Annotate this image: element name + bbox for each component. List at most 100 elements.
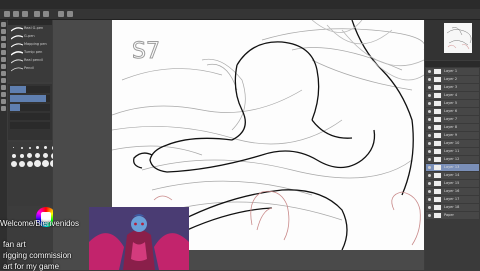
eye-icon[interactable] bbox=[428, 198, 431, 201]
layer-row[interactable]: Layer 15 bbox=[426, 180, 479, 187]
pencil-tool-icon[interactable] bbox=[1, 64, 6, 69]
layer-row[interactable]: Layer 16 bbox=[426, 188, 479, 195]
eye-icon[interactable] bbox=[428, 134, 431, 137]
brush-item[interactable]: Pencil bbox=[8, 65, 52, 73]
brush-item[interactable]: Real G-pen bbox=[8, 25, 52, 33]
layer-row[interactable]: Layer 11 bbox=[426, 148, 479, 155]
brush-size-option[interactable] bbox=[42, 160, 49, 167]
eyedropper-tool-icon[interactable] bbox=[1, 50, 6, 55]
ruler-tool-icon[interactable] bbox=[1, 106, 6, 111]
eye-icon[interactable] bbox=[428, 126, 431, 129]
brush-size-option[interactable] bbox=[26, 152, 33, 159]
redo-icon[interactable] bbox=[43, 11, 49, 17]
layer-row[interactable]: Layer 5 bbox=[426, 100, 479, 107]
lasso-tool-icon[interactable] bbox=[1, 43, 6, 48]
anti-aliasing-toggle[interactable] bbox=[10, 113, 50, 120]
eye-icon[interactable] bbox=[428, 150, 431, 153]
layer-name: Layer 18 bbox=[444, 205, 460, 209]
brush-size-option[interactable] bbox=[42, 152, 49, 159]
brush-size-option[interactable] bbox=[18, 152, 25, 159]
eye-icon[interactable] bbox=[428, 190, 431, 193]
brush-label: Real G-pen bbox=[24, 26, 44, 30]
layer-thumbnail bbox=[434, 85, 441, 90]
layer-row[interactable]: Layer 14 bbox=[426, 172, 479, 179]
layer-row[interactable]: Layer 12 bbox=[426, 156, 479, 163]
eraser-tool-icon[interactable] bbox=[1, 78, 6, 83]
zoom-tool-icon[interactable] bbox=[1, 22, 6, 27]
fill-tool-icon[interactable] bbox=[1, 85, 6, 90]
eye-icon[interactable] bbox=[428, 174, 431, 177]
eye-icon[interactable] bbox=[428, 118, 431, 121]
select-tool-icon[interactable] bbox=[1, 36, 6, 41]
brush-size-option[interactable] bbox=[42, 144, 49, 151]
brush-size-option[interactable] bbox=[10, 144, 17, 151]
layer-thumbnail bbox=[434, 125, 441, 130]
layer-thumbnail bbox=[434, 165, 441, 170]
brush-item[interactable]: Mapping pen bbox=[8, 41, 52, 49]
eye-icon[interactable] bbox=[428, 214, 431, 217]
layer-thumbnail bbox=[434, 77, 441, 82]
layer-row[interactable]: Layer 2 bbox=[426, 76, 479, 83]
pen-tool-icon[interactable] bbox=[1, 57, 6, 62]
opacity-slider[interactable] bbox=[10, 95, 50, 102]
brush-size-option[interactable] bbox=[10, 152, 17, 159]
layer-panel: Layer 1 Layer 2 Layer 3 Layer 4 Layer 5 … bbox=[425, 61, 480, 270]
layer-thumbnail bbox=[434, 205, 441, 210]
layer-thumbnail bbox=[434, 93, 441, 98]
eye-icon[interactable] bbox=[428, 86, 431, 89]
eye-icon[interactable] bbox=[428, 94, 431, 97]
brush-size-option[interactable] bbox=[18, 160, 25, 167]
brush-size-slider[interactable] bbox=[10, 86, 50, 93]
eye-icon[interactable] bbox=[428, 78, 431, 81]
brush-tool-icon[interactable] bbox=[1, 71, 6, 76]
eye-icon[interactable] bbox=[428, 158, 431, 161]
brush-size-option[interactable] bbox=[26, 144, 33, 151]
eye-icon[interactable] bbox=[428, 110, 431, 113]
transform-icon[interactable] bbox=[67, 11, 73, 17]
brush-size-option[interactable] bbox=[34, 152, 41, 159]
layer-row[interactable]: Paper bbox=[426, 212, 479, 219]
brush-size-option[interactable] bbox=[34, 144, 41, 151]
eye-icon[interactable] bbox=[428, 70, 431, 73]
layer-row[interactable]: Layer 1 bbox=[426, 68, 479, 75]
brush-size-option[interactable] bbox=[18, 144, 25, 151]
clear-icon[interactable] bbox=[58, 11, 64, 17]
eye-icon[interactable] bbox=[428, 182, 431, 185]
layer-name: Layer 13 bbox=[444, 165, 460, 169]
layer-row[interactable]: Layer 17 bbox=[426, 196, 479, 203]
brush-shape-selector[interactable] bbox=[10, 122, 50, 129]
open-file-icon[interactable] bbox=[13, 11, 19, 17]
layer-row[interactable]: Layer 18 bbox=[426, 204, 479, 211]
layer-row[interactable]: Layer 6 bbox=[426, 108, 479, 115]
navigator-thumbnail[interactable] bbox=[444, 23, 472, 53]
eye-icon[interactable] bbox=[428, 206, 431, 209]
layer-row[interactable]: Layer 3 bbox=[426, 84, 479, 91]
brush-size-option[interactable] bbox=[10, 160, 17, 167]
layer-row[interactable]: Layer 10 bbox=[426, 140, 479, 147]
save-icon[interactable] bbox=[22, 11, 28, 17]
text-tool-icon[interactable] bbox=[1, 99, 6, 104]
layer-row-selected[interactable]: Layer 13 bbox=[426, 164, 479, 171]
brush-item[interactable]: Real pencil bbox=[8, 57, 52, 65]
new-file-icon[interactable] bbox=[4, 11, 10, 17]
eye-icon[interactable] bbox=[428, 142, 431, 145]
layer-row[interactable]: Layer 4 bbox=[426, 92, 479, 99]
brush-size-option[interactable] bbox=[34, 160, 41, 167]
layer-row[interactable]: Layer 8 bbox=[426, 124, 479, 131]
brush-size-option[interactable] bbox=[26, 160, 33, 167]
eye-icon[interactable] bbox=[428, 166, 431, 169]
gradient-tool-icon[interactable] bbox=[1, 92, 6, 97]
stabilization-slider[interactable] bbox=[10, 104, 50, 111]
command-bar bbox=[0, 9, 480, 20]
layer-name: Layer 5 bbox=[444, 101, 458, 105]
brush-label: Mapping pen bbox=[24, 42, 47, 46]
brush-item[interactable]: G-pen bbox=[8, 33, 52, 41]
layer-name: Layer 10 bbox=[444, 141, 460, 145]
move-tool-icon[interactable] bbox=[1, 29, 6, 34]
layer-row[interactable]: Layer 7 bbox=[426, 116, 479, 123]
layer-row[interactable]: Layer 9 bbox=[426, 132, 479, 139]
brush-item[interactable]: Turnip pen bbox=[8, 49, 52, 57]
layer-name: Paper bbox=[444, 213, 454, 217]
eye-icon[interactable] bbox=[428, 102, 431, 105]
undo-icon[interactable] bbox=[34, 11, 40, 17]
